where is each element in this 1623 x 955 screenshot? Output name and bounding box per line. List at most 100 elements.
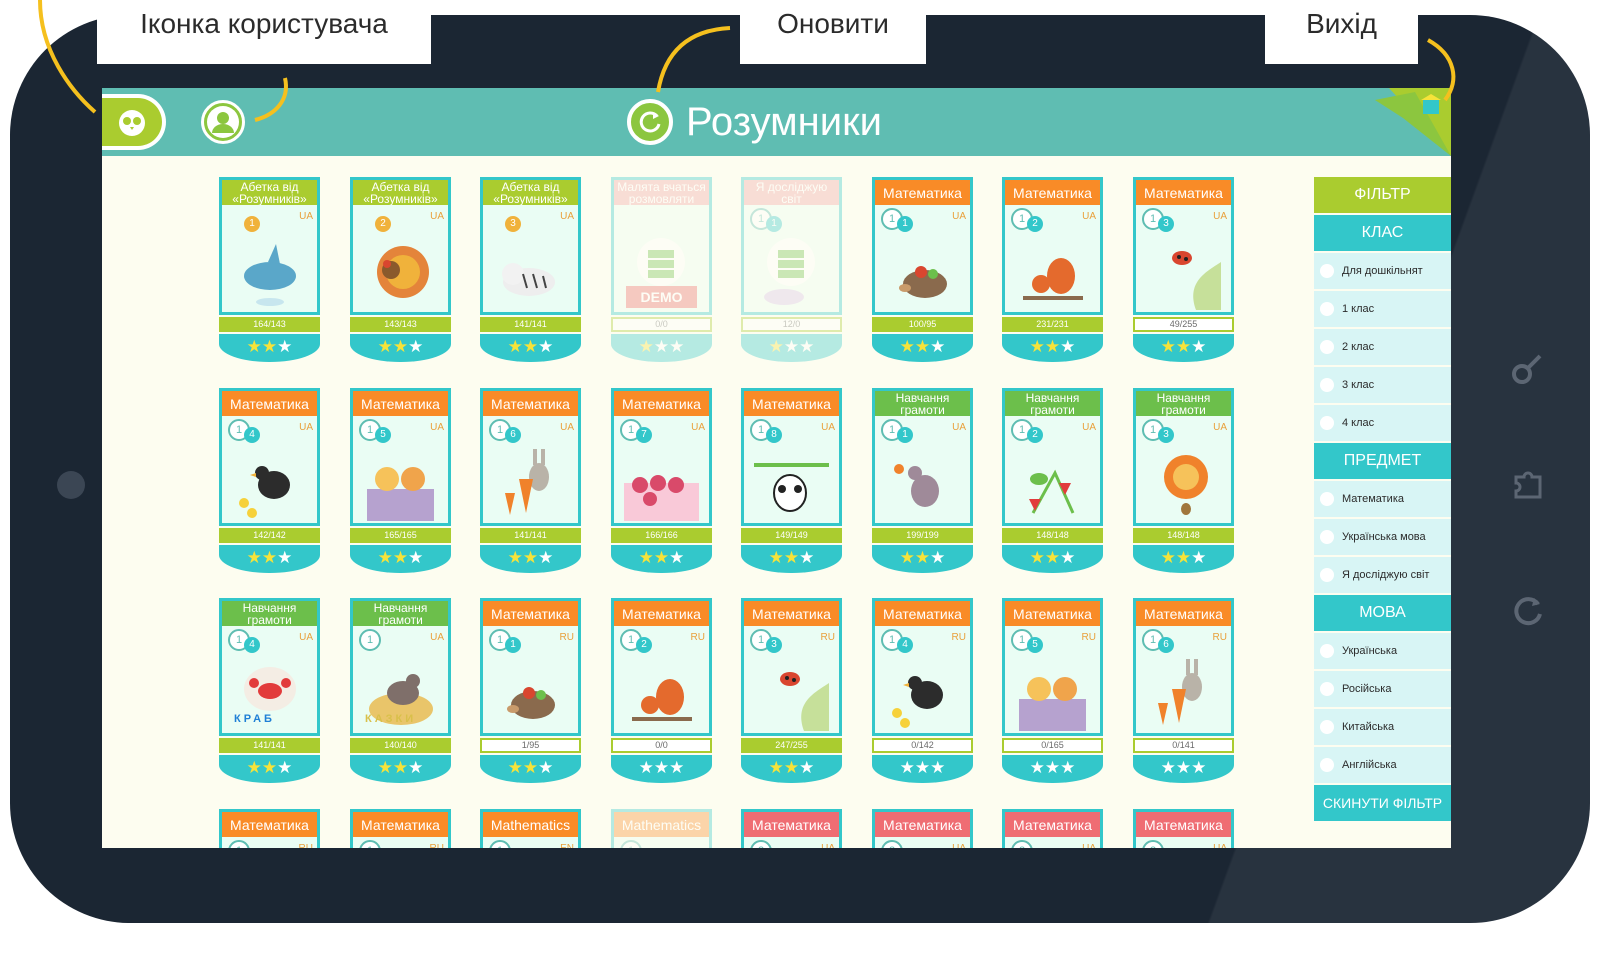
course-card[interactable]: Абетка від «Розумників» 1 UA 164/143 ★★★ — [219, 177, 320, 365]
filter-option[interactable]: 2 клас — [1314, 329, 1451, 365]
radio-button[interactable] — [1320, 644, 1334, 658]
radio-button[interactable] — [1320, 264, 1334, 278]
course-card[interactable]: Математика 1 2 UA 231/231 ★★★ — [1002, 177, 1103, 365]
card-lesson-number: 3 — [505, 216, 521, 232]
card-illustration — [363, 232, 438, 310]
course-card[interactable]: Математика 2 UA — [872, 809, 973, 848]
course-card[interactable]: Математика 1 1 RU 1/95 ★★★ — [480, 598, 581, 786]
star-icon: ★ — [277, 758, 293, 777]
course-card[interactable]: Навчання грамоти 1 2 UA 148/148 ★★★ — [1002, 388, 1103, 576]
card-language-tag: UA — [430, 632, 444, 643]
star-icon: ★ — [507, 337, 523, 356]
filter-option[interactable]: Для дошкільнят — [1314, 253, 1451, 289]
radio-button[interactable] — [1320, 758, 1334, 772]
radio-button[interactable] — [1320, 720, 1334, 734]
course-card[interactable]: Математика 1 5 UA 165/165 ★★★ — [350, 388, 451, 576]
star-icon: ★ — [277, 548, 293, 567]
user-profile-button[interactable] — [201, 100, 245, 144]
star-icon: ★ — [1160, 337, 1176, 356]
card-star-rating: ★★★ — [1133, 545, 1234, 573]
course-card[interactable]: Навчання грамоти 1 3 UA 148/148 ★★★ — [1133, 388, 1234, 576]
callout-user-icon: Іконка користувача — [97, 0, 431, 64]
card-lesson-number: 6 — [1158, 637, 1174, 653]
card-lesson-number: 2 — [1027, 427, 1043, 443]
card-illustration — [885, 443, 960, 521]
filter-option[interactable]: 3 клас — [1314, 367, 1451, 403]
card-language-tag: UA — [299, 632, 313, 643]
radio-button[interactable] — [1320, 302, 1334, 316]
card-grade-badge: 2 — [750, 840, 772, 848]
card-language-tag: UA — [952, 843, 966, 848]
course-card[interactable]: Математика 1 RU — [350, 809, 451, 848]
course-card[interactable]: Математика 1 3 RU 247/255 ★★★ — [741, 598, 842, 786]
course-card[interactable]: Навчання грамоти 1 UA КАЗКИ 140/140 ★★★ — [350, 598, 451, 786]
owl-menu-button[interactable] — [102, 94, 166, 150]
filter-option[interactable]: 1 клас — [1314, 291, 1451, 327]
course-card[interactable]: Абетка від «Розумників» 3 UA 141/141 ★★★ — [480, 177, 581, 365]
card-score: 148/148 — [1133, 528, 1234, 543]
course-card[interactable]: Абетка від «Розумників» 2 UA 143/143 ★★★ — [350, 177, 451, 365]
filter-option[interactable]: 4 клас — [1314, 405, 1451, 441]
filter-option[interactable]: Українська — [1314, 633, 1451, 669]
course-card[interactable]: Навчання грамоти 1 4 UA КРАБ 141/141 ★★★ — [219, 598, 320, 786]
radio-button[interactable] — [1320, 340, 1334, 354]
course-card[interactable]: Математика 2 UA — [1133, 809, 1234, 848]
filter-option[interactable]: Математика — [1314, 481, 1451, 517]
course-card[interactable]: Математика 1 6 UA 141/141 ★★★ — [480, 388, 581, 576]
filter-option[interactable]: Я досліджую світ — [1314, 557, 1451, 593]
card-subject-title: Математика — [744, 391, 839, 416]
filter-option[interactable]: Українська мова — [1314, 519, 1451, 555]
star-icon: ★ — [408, 337, 424, 356]
exit-button[interactable] — [1375, 88, 1451, 156]
course-card[interactable]: Математика 2 UA — [741, 809, 842, 848]
star-icon: ★ — [653, 758, 670, 777]
card-cover: Математика 1 4 RU — [872, 598, 973, 736]
course-card[interactable]: Математика 1 2 RU 0/0 ★★★ — [611, 598, 712, 786]
course-card[interactable]: Математика 1 7 UA 166/166 ★★★ — [611, 388, 712, 576]
course-card[interactable]: Математика 1 8 UA 149/149 ★★★ — [741, 388, 842, 576]
star-icon: ★ — [669, 337, 685, 356]
card-illustration — [493, 232, 568, 310]
filter-option[interactable]: Китайська — [1314, 709, 1451, 745]
card-illustration — [1015, 443, 1090, 521]
course-card[interactable]: Математика 1 3 UA 49/255 ★★★ — [1133, 177, 1234, 365]
filter-option[interactable]: Англійська — [1314, 747, 1451, 783]
card-star-rating: ★★★ — [480, 545, 581, 573]
camera-dot — [57, 471, 85, 499]
star-icon: ★ — [261, 337, 278, 356]
filter-option-label: 3 клас — [1342, 379, 1375, 391]
course-card[interactable]: Mathematics 1 EN — [480, 809, 581, 848]
radio-button[interactable] — [1320, 568, 1334, 582]
course-card[interactable]: Математика 1 4 UA 142/142 ★★★ — [219, 388, 320, 576]
card-lesson-number: 3 — [766, 637, 782, 653]
star-icon: ★ — [261, 758, 278, 777]
course-card[interactable]: Малята вчаться розмовляти DEMO 0/0 ★★★ — [611, 177, 712, 365]
course-card[interactable]: Математика 1 5 RU 0/165 ★★★ — [1002, 598, 1103, 786]
course-card[interactable]: Математика 1 4 RU 0/142 ★★★ — [872, 598, 973, 786]
course-card[interactable]: Математика 1 RU — [219, 809, 320, 848]
filter-group-subject: ПРЕДМЕТ — [1314, 443, 1451, 479]
card-cover: Абетка від «Розумників» 3 UA — [480, 177, 581, 315]
refresh-button[interactable] — [627, 99, 673, 145]
course-card[interactable]: Математика 2 UA — [1002, 809, 1103, 848]
course-card[interactable]: Mathematics 1 — [611, 809, 712, 848]
radio-button[interactable] — [1320, 492, 1334, 506]
filter-group-language: МОВА — [1314, 595, 1451, 631]
course-card[interactable]: Математика 1 1 UA 100/95 ★★★ — [872, 177, 973, 365]
card-language-tag: UA — [821, 843, 835, 848]
course-card[interactable]: Я досліджую світ 1 1 12/0 ★★★ — [741, 177, 842, 365]
card-language-tag: UA — [821, 422, 835, 433]
filter-option[interactable]: Російська — [1314, 671, 1451, 707]
course-card[interactable]: Навчання грамоти 1 1 UA 199/199 ★★★ — [872, 388, 973, 576]
radio-button[interactable] — [1320, 416, 1334, 430]
radio-button[interactable] — [1320, 378, 1334, 392]
card-score: 166/166 — [611, 528, 712, 543]
card-star-rating: ★★★ — [872, 755, 973, 783]
radio-button[interactable] — [1320, 530, 1334, 544]
reset-filter-button[interactable]: СКИНУТИ ФІЛЬТР — [1314, 785, 1451, 821]
card-language-tag: UA — [1082, 843, 1096, 848]
radio-button[interactable] — [1320, 682, 1334, 696]
card-grade-badge: 1 — [620, 840, 642, 848]
card-score: 0/142 — [872, 738, 973, 753]
course-card[interactable]: Математика 1 6 RU 0/141 ★★★ — [1133, 598, 1234, 786]
